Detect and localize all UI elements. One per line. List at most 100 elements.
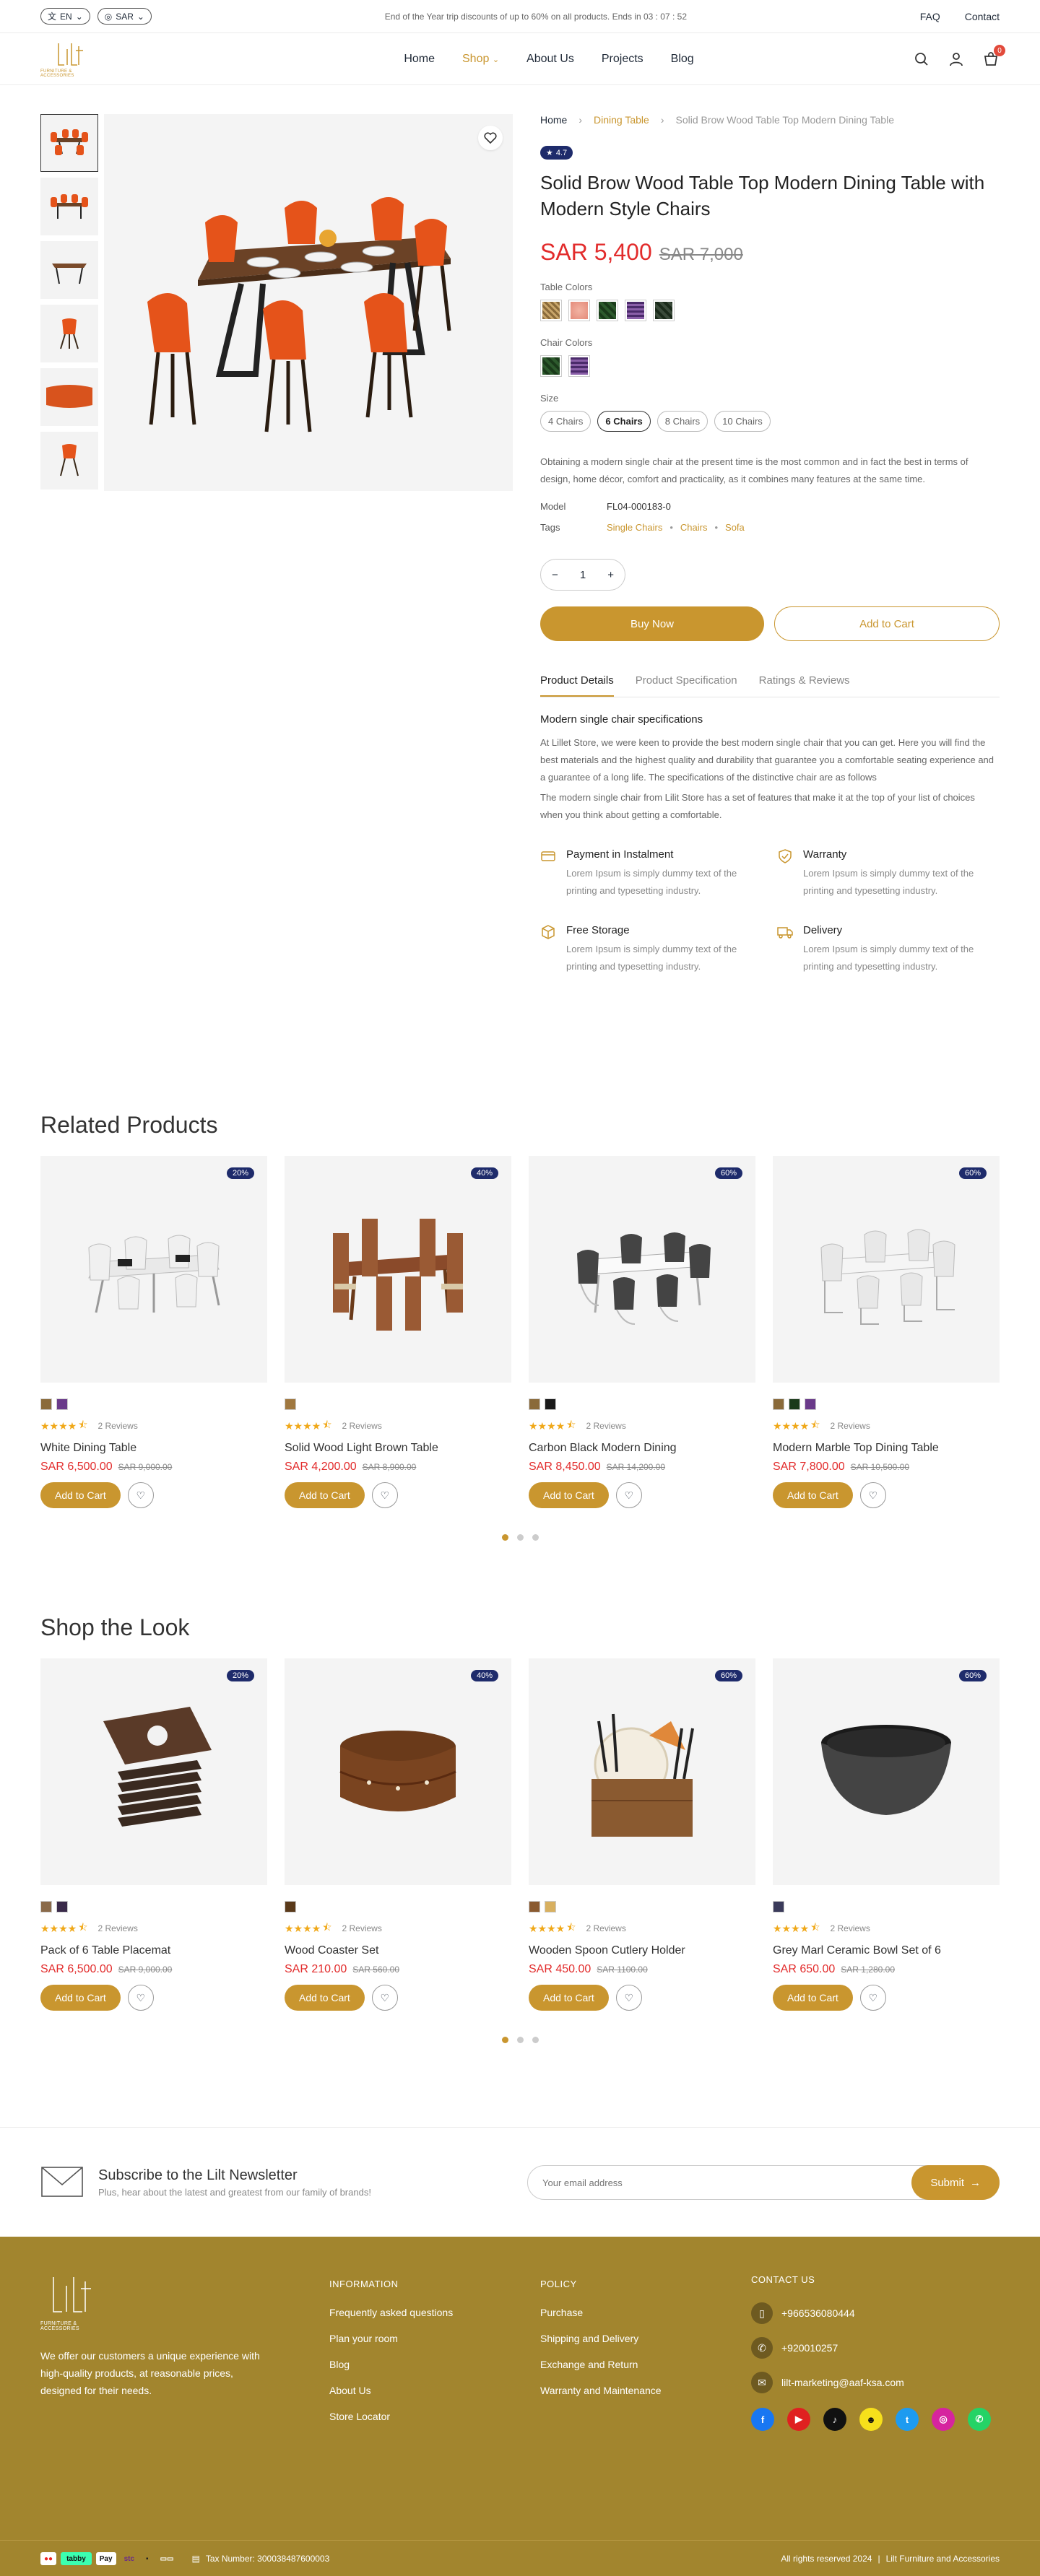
nav-blog[interactable]: Blog [671, 53, 694, 66]
add-to-cart-button[interactable]: Add to Cart [285, 1985, 365, 2011]
color-swatch[interactable] [56, 1398, 68, 1410]
color-swatch[interactable] [773, 1901, 784, 1913]
carousel-dot[interactable] [516, 1534, 524, 1541]
product-card-image[interactable]: 60% [529, 1156, 755, 1383]
color-swatch[interactable] [529, 1398, 540, 1410]
thumbnail-1[interactable] [40, 114, 98, 172]
breadcrumb-home[interactable]: Home [540, 114, 567, 126]
nav-home[interactable]: Home [404, 53, 435, 66]
product-card-name[interactable]: Carbon Black Modern Dining [529, 1442, 755, 1455]
footer-link[interactable]: Warranty and Maintenance [540, 2385, 662, 2396]
nav-projects[interactable]: Projects [602, 53, 644, 66]
logo[interactable]: FURNITURE & ACCESSORIES [40, 39, 98, 79]
color-swatch[interactable] [40, 1901, 52, 1913]
carousel-dot[interactable] [501, 2037, 508, 2043]
quantity-value[interactable]: 1 [580, 569, 586, 581]
color-swatch[interactable] [285, 1398, 296, 1410]
heart-icon[interactable]: ♡ [615, 1985, 642, 2011]
table-color-swatch-5[interactable] [653, 300, 675, 321]
tab-product-details[interactable]: Product Details [540, 674, 614, 697]
tab-product-specification[interactable]: Product Specification [636, 674, 737, 697]
footer-link[interactable]: Plan your room [329, 2333, 453, 2344]
product-card-name[interactable]: Pack of 6 Table Placemat [40, 1944, 267, 1957]
color-swatch[interactable] [529, 1901, 540, 1913]
carousel-dot[interactable] [516, 2037, 524, 2043]
footer-link[interactable]: Store Locator [329, 2411, 453, 2422]
nav-about[interactable]: About Us [526, 53, 574, 66]
product-card[interactable]: 60% ★★★★ ⯪ 2 Reviews Wooden Spoon Cutlery … [529, 1658, 755, 2011]
wishlist-heart-icon[interactable] [478, 126, 503, 150]
product-card-image[interactable]: 20% [40, 1658, 267, 1885]
submit-button[interactable]: Submit → [911, 2165, 1000, 2200]
contact-phone[interactable]: ▯ +966536080444 [751, 2302, 991, 2324]
table-color-swatch-2[interactable] [568, 300, 590, 321]
language-selector[interactable]: 文 EN ⌄ [40, 8, 90, 25]
product-card[interactable]: 40% ★★★★ ⯪ 2 Reviews Wood Coaster Set SAR … [285, 1658, 511, 2011]
add-to-cart-button[interactable]: Add to Cart [529, 1482, 609, 1508]
product-card[interactable]: 20% ★★★★ ⯪ 2 Reviews White Dining Table SA… [40, 1156, 267, 1508]
thumbnail-2[interactable] [40, 178, 98, 235]
heart-icon[interactable]: ♡ [615, 1482, 642, 1508]
currency-selector[interactable]: ◎ SAR ⌄ [97, 8, 152, 25]
product-card[interactable]: 20% ★★★★ ⯪ 2 Reviews Pack of 6 Table Place… [40, 1658, 267, 2011]
thumbnail-4[interactable] [40, 305, 98, 362]
tab-ratings-reviews[interactable]: Ratings & Reviews [759, 674, 850, 697]
whatsapp-icon[interactable]: ✆ [968, 2408, 991, 2431]
product-card-name[interactable]: Solid Wood Light Brown Table [285, 1442, 511, 1455]
color-swatch[interactable] [545, 1901, 556, 1913]
add-to-cart-button[interactable]: Add to Cart [285, 1482, 365, 1508]
heart-icon[interactable]: ♡ [127, 1482, 154, 1508]
add-to-cart-button[interactable]: Add to Cart [529, 1985, 609, 2011]
size-option-4-chairs[interactable]: 4 Chairs [540, 411, 592, 432]
add-to-cart-button[interactable]: Add to Cart [40, 1985, 121, 2011]
tag-link[interactable]: Chairs [680, 522, 708, 533]
product-card-name[interactable]: Wooden Spoon Cutlery Holder [529, 1944, 755, 1957]
nav-shop[interactable]: Shop ⌄ [462, 53, 499, 66]
product-card[interactable]: 60% ★★★★ ⯪ 2 Reviews Grey Marl Ceramic Bow… [773, 1658, 1000, 2011]
email-input[interactable] [528, 2177, 912, 2188]
thumbnail-6[interactable] [40, 432, 98, 489]
color-swatch[interactable] [789, 1398, 800, 1410]
heart-icon[interactable]: ♡ [859, 1985, 886, 2011]
buy-now-button[interactable]: Buy Now [540, 606, 764, 641]
youtube-icon[interactable]: ▶ [787, 2408, 810, 2431]
carousel-dot[interactable] [532, 1534, 539, 1541]
footer-link[interactable]: About Us [329, 2385, 453, 2396]
contact-phone[interactable]: ✆ +920010257 [751, 2337, 991, 2359]
color-swatch[interactable] [285, 1901, 296, 1913]
add-to-cart-button[interactable]: Add to Cart [40, 1482, 121, 1508]
footer-logo[interactable]: FURNITURE & ACCESSORIES [40, 2273, 113, 2331]
contact-email[interactable]: ✉ lilt-marketing@aaf-ksa.com [751, 2372, 991, 2393]
size-option-10-chairs[interactable]: 10 Chairs [714, 411, 771, 432]
color-swatch[interactable] [773, 1398, 784, 1410]
product-card-image[interactable]: 20% [40, 1156, 267, 1383]
carousel-dot[interactable] [532, 2037, 539, 2043]
heart-icon[interactable]: ♡ [371, 1985, 398, 2011]
chair-color-swatch-2[interactable] [568, 355, 590, 377]
product-card-name[interactable]: White Dining Table [40, 1442, 267, 1455]
plus-icon[interactable]: + [607, 569, 614, 581]
size-option-6-chairs[interactable]: 6 Chairs [597, 411, 651, 432]
tag-link[interactable]: Single Chairs [607, 522, 662, 533]
snapchat-icon[interactable]: ☻ [859, 2408, 883, 2431]
product-card-image[interactable]: 60% [529, 1658, 755, 1885]
footer-link[interactable]: Exchange and Return [540, 2359, 662, 2370]
twitter-icon[interactable]: t [896, 2408, 919, 2431]
table-color-swatch-3[interactable] [597, 300, 618, 321]
add-to-cart-button[interactable]: Add to Cart [774, 606, 1000, 641]
chair-color-swatch-1[interactable] [540, 355, 562, 377]
facebook-icon[interactable]: f [751, 2408, 774, 2431]
product-card-name[interactable]: Wood Coaster Set [285, 1944, 511, 1957]
product-card-image[interactable]: 40% [285, 1658, 511, 1885]
product-card-name[interactable]: Modern Marble Top Dining Table [773, 1442, 1000, 1455]
tiktok-icon[interactable]: ♪ [823, 2408, 846, 2431]
footer-link[interactable]: Purchase [540, 2307, 662, 2318]
footer-link[interactable]: Blog [329, 2359, 453, 2370]
add-to-cart-button[interactable]: Add to Cart [773, 1482, 853, 1508]
footer-link[interactable]: Frequently asked questions [329, 2307, 453, 2318]
heart-icon[interactable]: ♡ [859, 1482, 886, 1508]
search-icon[interactable] [913, 51, 930, 68]
color-swatch[interactable] [56, 1901, 68, 1913]
product-card-image[interactable]: 60% [773, 1156, 1000, 1383]
breadcrumb-dining-table[interactable]: Dining Table [594, 114, 649, 126]
